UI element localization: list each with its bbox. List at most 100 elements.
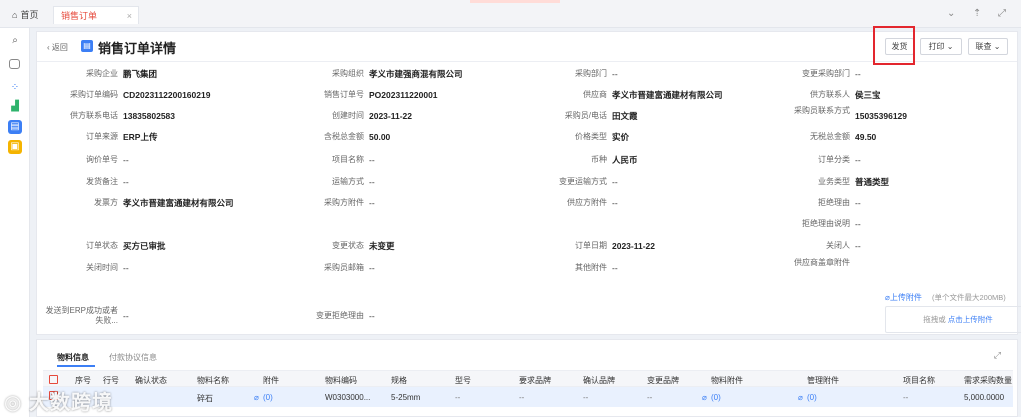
paperclip-icon: ⌀ <box>798 393 803 402</box>
chevron-down-icon: ⌄ <box>993 42 1001 51</box>
field-value: 普通类型 <box>855 177 890 187</box>
field-value: 侯三宝 <box>855 90 881 100</box>
field-label: 项目名称 <box>332 155 364 164</box>
field-label: 变更状态 <box>332 241 364 250</box>
tab-payment-info[interactable]: 付款协议信息 <box>109 352 157 363</box>
field-label: 业务类型 <box>818 177 850 186</box>
field-value: -- <box>855 69 861 79</box>
print-button[interactable]: 打印 ⌄ <box>920 38 962 55</box>
column-header: 物料编码 <box>325 376 357 385</box>
divider <box>37 61 1017 62</box>
table-cell: -- <box>647 393 653 402</box>
left-rail: ⌕ ⁘ ▟ ▤ ▣ <box>0 28 30 417</box>
field-value: -- <box>369 311 375 321</box>
field-value: -- <box>369 198 375 208</box>
column-header: 物料名称 <box>197 376 229 385</box>
watermark-text: 大数跨境 <box>29 392 114 414</box>
field-label: 供方联系电话 <box>70 111 118 120</box>
field-value: -- <box>369 155 375 165</box>
chevron-down-icon: ⌄ <box>946 42 954 51</box>
chevron-down-icon[interactable]: ⌄ <box>947 8 955 19</box>
field-label: 供应方附件 <box>567 198 607 207</box>
field-label: 无税总金额 <box>810 132 850 141</box>
contact-button[interactable]: 联查 ⌄ <box>968 38 1008 55</box>
field-value: 2023-11-22 <box>369 111 413 121</box>
select-all-checkbox[interactable] <box>49 375 58 384</box>
column-header: 需求采购数量 <box>964 376 1012 385</box>
field-label: 发票方 <box>94 198 118 207</box>
paperclip-icon: ⌀ <box>702 393 707 402</box>
field-value: 人民币 <box>612 155 638 165</box>
field-value: -- <box>855 198 861 208</box>
field-label: 采购员联系方式 <box>794 106 850 115</box>
search-icon[interactable]: ⌕ <box>8 34 22 48</box>
table-cell[interactable]: (0) <box>807 393 817 402</box>
upload-link-label: 上传附件 <box>889 293 922 302</box>
field-label: 变更采购部门 <box>802 69 850 78</box>
field-label: 订单状态 <box>86 241 118 250</box>
field-value: 鹏飞集团 <box>123 69 158 79</box>
field-value: -- <box>612 198 618 208</box>
field-label: 拒绝理由 <box>818 198 850 207</box>
table-cell[interactable]: (0) <box>263 393 273 402</box>
field-value: 实价 <box>612 132 630 142</box>
field-value: 50.00 <box>369 132 391 142</box>
field-value: -- <box>369 177 375 187</box>
column-header: 行号 <box>103 376 119 385</box>
table-cell[interactable]: (0) <box>711 393 721 402</box>
tab-sales-order-label: 销售订单 <box>61 11 98 21</box>
field-label: 销售订单号 <box>324 90 364 99</box>
table-cell: W0303000... <box>325 393 371 402</box>
expand-icon[interactable]: ⤢ <box>994 350 1001 361</box>
field-label: 创建时间 <box>332 111 364 120</box>
field-label: 采购企业 <box>86 69 118 78</box>
field-value: 15035396129 <box>855 111 908 121</box>
field-value: -- <box>123 155 129 165</box>
field-value: 孝义市晋建富通建材有限公司 <box>612 90 723 100</box>
table-cell: 5-25mm <box>391 393 421 402</box>
column-header: 管理附件 <box>807 376 839 385</box>
document-icon[interactable]: ▤ <box>8 120 22 134</box>
upload-dropzone[interactable]: 拖拽或 点击上传附件 <box>885 306 1021 333</box>
close-icon[interactable]: × <box>127 7 132 25</box>
fullscreen-icon[interactable]: ⤢ <box>998 8 1006 19</box>
field-label: 价格类型 <box>575 132 607 141</box>
dropzone-prefix: 拖拽或 <box>923 315 946 324</box>
click-upload-link[interactable]: 点击上传附件 <box>948 315 993 324</box>
field-value: -- <box>123 177 129 187</box>
column-header: 附件 <box>263 376 279 385</box>
chart-icon[interactable]: ▟ <box>8 100 22 114</box>
field-value: -- <box>612 177 618 187</box>
field-label: 含税总金额 <box>324 132 364 141</box>
field-value: -- <box>123 311 129 321</box>
tab-home[interactable]: ⌂ 首页 <box>12 6 38 24</box>
field-value: -- <box>369 263 375 273</box>
column-header: 变更品牌 <box>647 376 679 385</box>
apps-icon[interactable]: ⁘ <box>8 81 22 95</box>
field-label: 询价单号 <box>86 155 118 164</box>
field-label: 关闭时间 <box>86 263 118 272</box>
back-link[interactable]: ‹ 返回 <box>47 42 68 53</box>
upload-icon[interactable]: ⇡ <box>973 8 981 19</box>
tab-material-info[interactable]: 物料信息 <box>57 352 95 367</box>
upload-attachment-link[interactable]: ⌀上传附件 <box>885 292 922 303</box>
material-card: 物料信息 付款协议信息 ⤢ 序号 行号 确认状态 物料名称 附件 物料编码 规格 型号 要求品牌… <box>36 339 1018 417</box>
table-cell: 5,000.0000 <box>964 393 1005 402</box>
field-value: PO202311220001 <box>369 90 438 100</box>
home-icon: ⌂ <box>12 10 18 20</box>
field-value: -- <box>855 155 861 165</box>
tab-home-label: 首页 <box>20 10 39 20</box>
table-row[interactable]: 碎石 ⌀ (0) W0303000... 5-25mm -- -- -- -- ⌀ (0) ⌀ (… <box>43 387 1013 407</box>
upload-hint: (单个文件最大200MB) <box>932 293 1006 302</box>
field-label: 供应商 <box>583 90 607 99</box>
back-label: 返回 <box>51 43 68 52</box>
field-label: 供方联系人 <box>810 90 850 99</box>
field-value: 田文霞 <box>612 111 638 121</box>
field-label: 变更运输方式 <box>559 177 607 186</box>
field-value: 孝义市建强商混有限公司 <box>369 69 463 79</box>
column-header: 规格 <box>391 376 407 385</box>
tab-sales-order[interactable]: 销售订单 × <box>53 6 139 24</box>
field-value: ERP上传 <box>123 132 158 142</box>
folder-icon[interactable] <box>9 59 20 69</box>
wallet-icon[interactable]: ▣ <box>8 140 22 154</box>
